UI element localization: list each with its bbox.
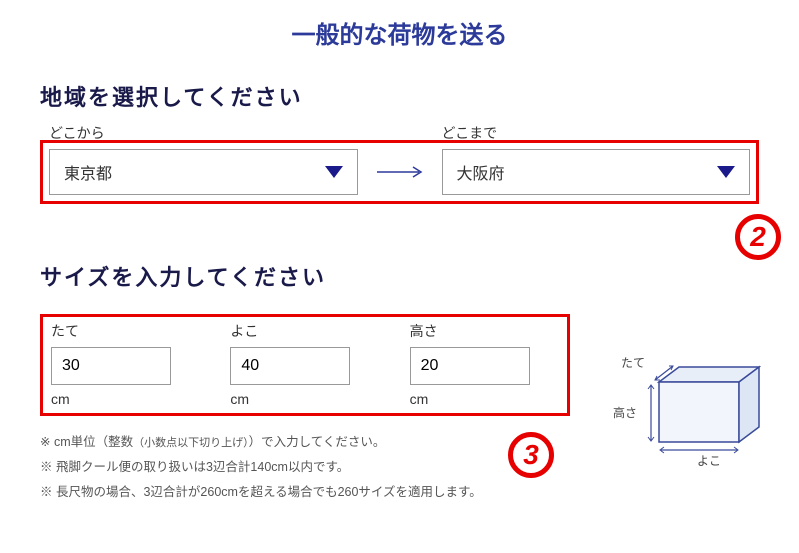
box-diagram: たて 高さ よこ — [609, 352, 769, 472]
arrow-right-icon — [370, 149, 430, 195]
size-height-input[interactable] — [51, 347, 171, 385]
size-depth-input[interactable] — [410, 347, 530, 385]
note-1-pre: ※ cm単位（整数 — [40, 435, 133, 449]
page-title: 一般的な荷物を送る — [40, 15, 759, 50]
note-1-small: （小数点以下切り上げ） — [133, 437, 249, 449]
size-depth-label: 高さ — [410, 321, 559, 341]
size-height-unit: cm — [51, 391, 200, 407]
chevron-down-icon — [717, 166, 735, 178]
note-1-post: ）で入力してください。 — [249, 435, 386, 449]
chevron-down-icon — [325, 166, 343, 178]
size-input-row: たて cm よこ cm 高さ cm — [40, 314, 570, 416]
from-value: 東京都 — [64, 160, 112, 184]
diagram-takasa-label: 高さ — [613, 404, 637, 421]
annotation-marker-3: 3 — [508, 432, 554, 478]
diagram-tate-label: たて — [621, 354, 645, 371]
size-heading: サイズを入力してください — [40, 260, 759, 292]
to-select[interactable]: 大阪府 — [442, 149, 751, 195]
to-value: 大阪府 — [457, 160, 505, 184]
diagram-yoko-label: よこ — [697, 452, 721, 469]
size-height-label: たて — [51, 321, 200, 341]
note-3: ※ 長尺物の場合、3辺合計が260cmを超える場合でも260サイズを適用します。 — [40, 480, 759, 505]
annotation-marker-2: 2 — [735, 214, 781, 260]
to-label: どこまで — [442, 123, 498, 143]
region-heading: 地域を選択してください — [40, 80, 759, 112]
from-label: どこから — [49, 123, 105, 143]
from-select[interactable]: 東京都 — [49, 149, 358, 195]
size-width-label: よこ — [230, 321, 379, 341]
size-width-unit: cm — [230, 391, 379, 407]
region-selector-row: どこから 東京都 どこまで 大阪府 — [40, 140, 759, 204]
size-depth-unit: cm — [410, 391, 559, 407]
size-width-input[interactable] — [230, 347, 350, 385]
